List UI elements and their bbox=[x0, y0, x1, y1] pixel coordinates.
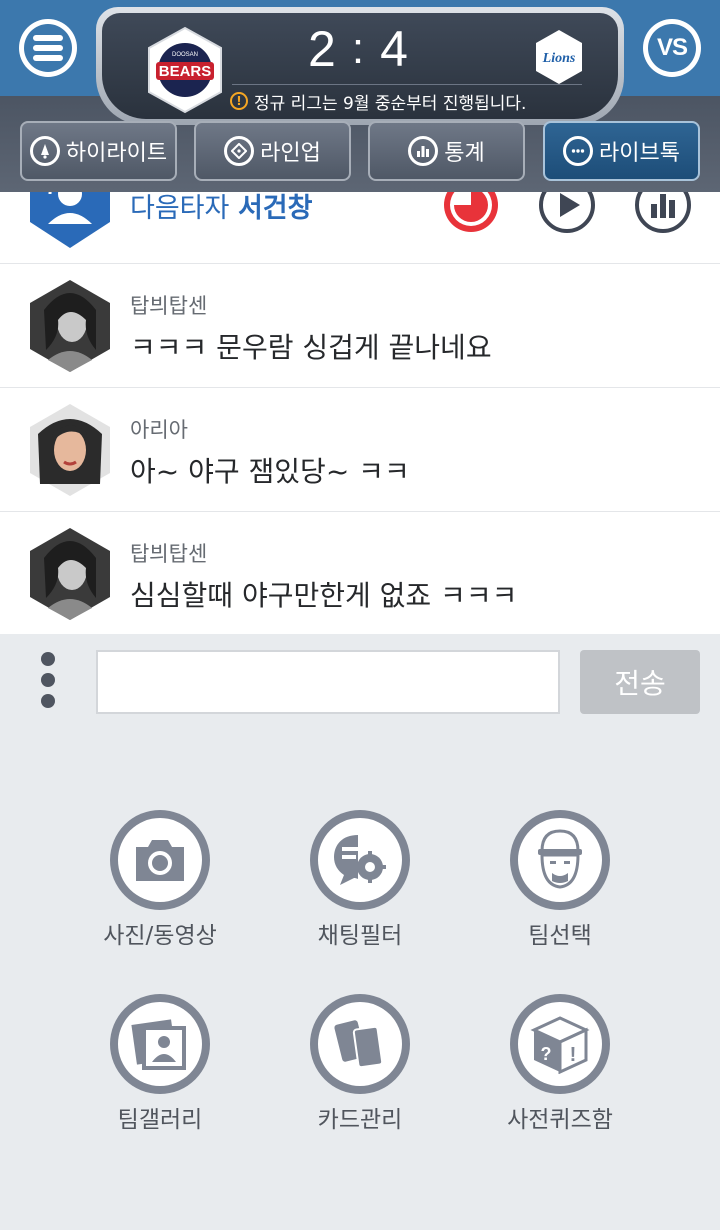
chat-text: 심심할때 야구만한게 없죠 ㅋㅋㅋ bbox=[130, 579, 518, 612]
avatar[interactable] bbox=[30, 404, 110, 496]
bell-icon bbox=[29, 136, 60, 166]
tab-stats[interactable]: 통계 bbox=[368, 121, 525, 181]
more-options-icon[interactable] bbox=[38, 652, 58, 712]
game-header: BEARS DOOSAN 2 : 4 Lions ! 정규 리그는 9월 중순부… bbox=[0, 0, 720, 192]
menu-quiz-box[interactable]: ? ! 사전퀴즈함 bbox=[460, 994, 660, 1144]
tab-bar: 하이라이트 라인업 통계 라이브톡 bbox=[20, 121, 700, 181]
svg-text:DOOSAN: DOOSAN bbox=[172, 52, 198, 58]
tab-label: 하이라이트 bbox=[65, 141, 168, 166]
svg-text:!: ! bbox=[570, 1044, 577, 1066]
menu-label: 사전퀴즈함 bbox=[507, 1107, 613, 1133]
warning-icon: ! bbox=[230, 92, 248, 110]
menu-photo-video[interactable]: 사진/동영상 bbox=[60, 810, 260, 960]
avatar[interactable] bbox=[30, 528, 110, 620]
league-notice: ! 정규 리그는 9월 중순부터 진행됩니다. bbox=[230, 89, 527, 114]
chat-input[interactable] bbox=[96, 650, 560, 714]
tab-label: 라인업 bbox=[260, 141, 321, 166]
play-icon[interactable] bbox=[538, 192, 596, 234]
svg-text:Lions: Lions bbox=[542, 51, 576, 66]
svg-text:BEARS: BEARS bbox=[159, 63, 212, 80]
menu-label: 사진/동영상 bbox=[103, 923, 217, 949]
stats-icon[interactable] bbox=[634, 192, 692, 234]
tab-label: 라이브톡 bbox=[599, 141, 680, 166]
menu-label: 카드관리 bbox=[317, 1107, 403, 1133]
svg-text:?: ? bbox=[541, 1044, 552, 1064]
notice-text: 정규 리그는 9월 중순부터 진행됩니다. bbox=[254, 93, 527, 114]
chat-message[interactable]: 탑븨탑센 심심할때 야구만한게 없죠 ㅋㅋㅋ bbox=[0, 512, 720, 634]
gallery-icon bbox=[118, 1002, 202, 1086]
away-score: 4 bbox=[380, 21, 408, 77]
vs-button[interactable]: VS bbox=[643, 19, 701, 77]
player-face-icon bbox=[518, 818, 602, 902]
next-batter-name: 서건창 bbox=[237, 193, 313, 224]
chat-username: 탑븨탑센 bbox=[130, 294, 208, 318]
vs-label: VS bbox=[648, 24, 696, 72]
quiz-box-icon: ? ! bbox=[518, 1002, 602, 1086]
home-score: 2 bbox=[308, 21, 336, 77]
send-button[interactable]: 전송 bbox=[580, 650, 700, 714]
score-separator: : bbox=[351, 24, 365, 73]
avatar[interactable] bbox=[30, 280, 110, 372]
menu-button[interactable] bbox=[19, 19, 77, 77]
timer-icon[interactable] bbox=[442, 192, 500, 234]
tab-highlight[interactable]: 하이라이트 bbox=[20, 121, 177, 181]
next-batter-row: 다음타자 서건창 bbox=[0, 192, 720, 264]
chat-filter-gear-icon bbox=[318, 818, 402, 902]
camera-icon bbox=[118, 818, 202, 902]
chat-username: 탑븨탑센 bbox=[130, 542, 208, 566]
chat-message[interactable]: 아리아 아~ 야구 잼있당~ ㅋㅋ bbox=[0, 388, 720, 512]
chat-username: 아리아 bbox=[130, 418, 188, 442]
menu-label: 팀선택 bbox=[528, 923, 592, 949]
lions-logo[interactable]: Lions bbox=[534, 29, 584, 85]
menu-team-gallery[interactable]: 팀갤러리 bbox=[60, 994, 260, 1144]
bears-logo[interactable]: BEARS DOOSAN bbox=[146, 26, 224, 114]
bar-chart-icon bbox=[408, 136, 439, 166]
batter-helmet-icon bbox=[30, 192, 110, 248]
menu-chat-filter[interactable]: 채팅필터 bbox=[260, 810, 460, 960]
chat-feed[interactable]: 다음타자 서건창 탑븨탑센 ㅋㅋㅋ 문우람 싱겁게 끝나네요 아리아 아~ 야구… bbox=[0, 192, 720, 634]
tab-lineup[interactable]: 라인업 bbox=[194, 121, 351, 181]
menu-team-select[interactable]: 팀선택 bbox=[460, 810, 660, 960]
next-batter-label: 다음타자 서건창 bbox=[130, 193, 313, 224]
diamond-field-icon bbox=[224, 136, 255, 166]
tab-label: 통계 bbox=[444, 141, 485, 166]
hamburger-icon bbox=[24, 24, 72, 72]
tab-livetalk[interactable]: 라이브톡 bbox=[543, 121, 700, 181]
scoreboard: BEARS DOOSAN 2 : 4 Lions ! 정규 리그는 9월 중순부… bbox=[96, 7, 624, 125]
chat-text: 아~ 야구 잼있당~ ㅋㅋ bbox=[130, 455, 410, 488]
game-score: 2 : 4 bbox=[308, 21, 408, 77]
menu-label: 채팅필터 bbox=[317, 923, 403, 949]
chat-message[interactable]: 탑븨탑센 ㅋㅋㅋ 문우람 싱겁게 끝나네요 bbox=[0, 264, 720, 388]
chat-text: ㅋㅋㅋ 문우람 싱겁게 끝나네요 bbox=[130, 331, 492, 364]
cards-icon bbox=[318, 1002, 402, 1086]
menu-card-manage[interactable]: 카드관리 bbox=[260, 994, 460, 1144]
chat-bubble-icon bbox=[563, 136, 594, 166]
menu-label: 팀갤러리 bbox=[117, 1107, 203, 1133]
